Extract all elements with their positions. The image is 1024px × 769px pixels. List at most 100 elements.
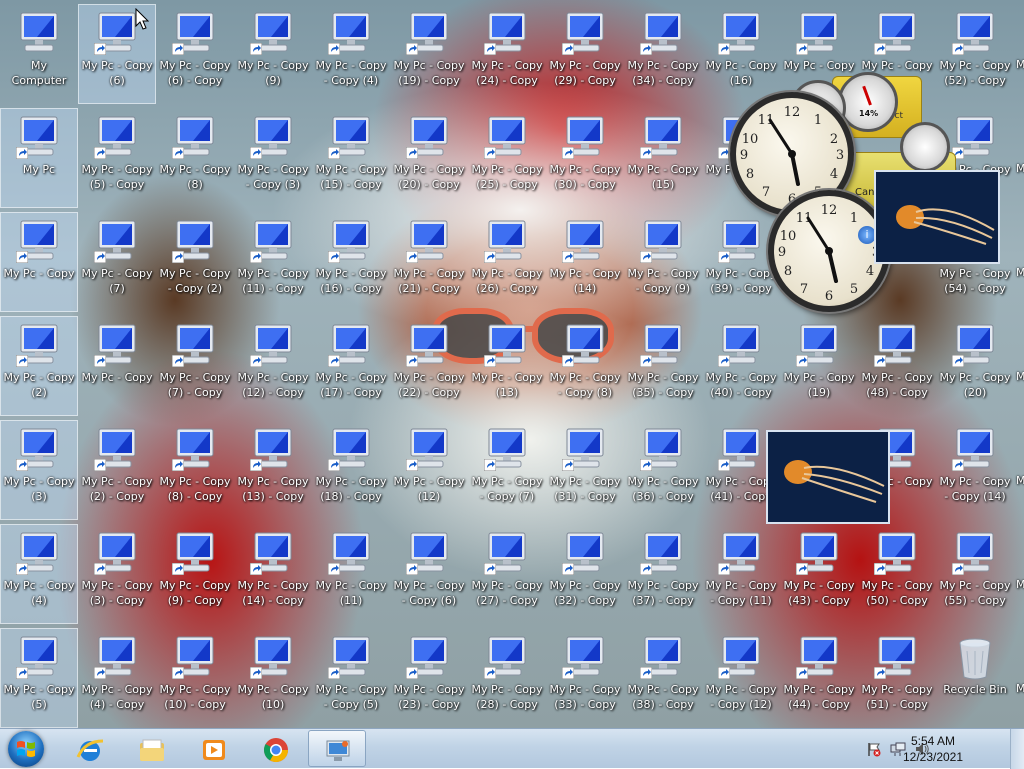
desktop-shortcut[interactable]: My Pc - Copy (5) - Copy	[78, 108, 156, 208]
show-desktop-button[interactable]	[1010, 729, 1024, 769]
desktop-shortcut[interactable]: My Pc - Copy (5)	[0, 628, 78, 728]
desktop-shortcut[interactable]: My Pc - Copy (37) - Copy	[624, 524, 702, 624]
desktop-shortcut[interactable]: My Pc - Copy (16) - Copy	[312, 212, 390, 312]
desktop-shortcut[interactable]: My Pc - Copy (29) - Copy	[546, 4, 624, 104]
slideshow-gadget-2[interactable]	[766, 430, 890, 524]
taskbar-chrome[interactable]	[246, 730, 304, 767]
slideshow-gadget-1[interactable]	[874, 170, 1000, 264]
desktop-shortcut[interactable]: My Pc	[0, 108, 78, 208]
desktop-shortcut[interactable]: My Pc - Copy (10)	[234, 628, 312, 728]
desktop-shortcut[interactable]: My Pc - Copy (20) - Copy	[390, 108, 468, 208]
desktop-shortcut[interactable]: My Pc - Copy (4) - Copy	[78, 628, 156, 728]
desktop-shortcut[interactable]: My Pc - Copy (20)	[936, 316, 1014, 416]
desktop-shortcut[interactable]: My Pc - Copy - Copy (9)	[624, 212, 702, 312]
action-center-flag-icon[interactable]	[866, 741, 882, 757]
desktop-shortcut[interactable]: My Pc - Copy (55) - Copy	[936, 524, 1014, 624]
media-player-icon	[203, 740, 225, 760]
desktop-shortcut[interactable]: My Pc - Copy (7) - Copy	[156, 316, 234, 416]
desktop-shortcut[interactable]: My Pc - Copy (8)	[156, 108, 234, 208]
desktop-shortcut[interactable]: My Pc - Copy (12) - Copy	[234, 316, 312, 416]
desktop-shortcut[interactable]: My Pc - Copy - Copy (5)	[312, 628, 390, 728]
desktop-icon-label: My Pc - Copy (23) - Copy	[393, 683, 465, 711]
desktop-shortcut[interactable]: My Pc - Copy (8) - Copy	[156, 420, 234, 520]
desktop-shortcut[interactable]: My Pc - Copy (33) - Copy	[546, 628, 624, 728]
desktop-shortcut[interactable]: My Pc - Copy	[0, 212, 78, 312]
desktop-shortcut[interactable]: My Pc - Copy (16)	[702, 4, 780, 104]
desktop-shortcut[interactable]: My Pc - Copy (13)	[468, 316, 546, 416]
desktop-shortcut[interactable]: My Pc - Copy - Copy (12)	[702, 628, 780, 728]
desktop-shortcut[interactable]: My Pc - Copy (23) - Copy	[390, 628, 468, 728]
clock-gadget-2[interactable]: 1212 345 678 91011	[768, 190, 890, 312]
desktop-shortcut[interactable]: My Pc - Copy - Copy (3)	[234, 108, 312, 208]
desktop-shortcut[interactable]: My Pc - Copy (15) - Copy	[312, 108, 390, 208]
edge-icon-label[interactable]: M	[1016, 58, 1024, 71]
desktop-shortcut[interactable]: My Pc - Copy (3)	[0, 420, 78, 520]
desktop-shortcut[interactable]: My Pc - Copy (52) - Copy	[936, 4, 1014, 104]
desktop-shortcut[interactable]: My Pc - Copy (15)	[624, 108, 702, 208]
desktop-shortcut[interactable]: My Pc - Copy (48) - Copy	[858, 316, 936, 416]
desktop-shortcut[interactable]: My Pc - Copy (19) - Copy	[390, 4, 468, 104]
desktop-shortcut[interactable]: My Pc - Copy (13) - Copy	[234, 420, 312, 520]
desktop-shortcut[interactable]: My Pc - Copy (30) - Copy	[546, 108, 624, 208]
desktop-shortcut[interactable]: My Pc - Copy	[78, 316, 156, 416]
desktop-shortcut[interactable]: My Pc - Copy (22) - Copy	[390, 316, 468, 416]
desktop-shortcut[interactable]: My Pc - Copy (18) - Copy	[312, 420, 390, 520]
desktop-shortcut[interactable]: My Pc - Copy (4)	[0, 524, 78, 624]
desktop-shortcut[interactable]: My Pc - Copy (2) - Copy	[78, 420, 156, 520]
desktop-shortcut[interactable]: My Pc - Copy - Copy (8)	[546, 316, 624, 416]
desktop-shortcut[interactable]: My Pc - Copy (6) - Copy	[156, 4, 234, 104]
desktop-shortcut[interactable]: My Pc - Copy (17) - Copy	[312, 316, 390, 416]
desktop-shortcut[interactable]: My Pc - Copy (14) - Copy	[234, 524, 312, 624]
desktop-shortcut[interactable]: My Pc - Copy (12)	[390, 420, 468, 520]
desktop-shortcut[interactable]: My Pc - Copy (9) - Copy	[156, 524, 234, 624]
edge-icon-label[interactable]: M	[1016, 474, 1024, 487]
desktop-shortcut[interactable]: My Pc - Copy - Copy (11)	[702, 524, 780, 624]
taskbar-clock[interactable]: 5:54 AM 12/23/2021	[898, 733, 968, 765]
taskbar-file-explorer[interactable]	[122, 730, 180, 767]
desktop-shortcut[interactable]: My Pc - Copy (44) - Copy	[780, 628, 858, 728]
desktop-shortcut[interactable]: My Pc - Copy - Copy (6)	[390, 524, 468, 624]
desktop-shortcut[interactable]: My Pc - Copy - Copy (7)	[468, 420, 546, 520]
desktop-shortcut[interactable]: My Pc - Copy (11)	[312, 524, 390, 624]
desktop-shortcut[interactable]: My Pc - Copy (9)	[234, 4, 312, 104]
edge-icon-label[interactable]: M	[1016, 370, 1024, 383]
desktop-shortcut[interactable]: My Pc - Copy (19)	[780, 316, 858, 416]
taskbar-media-player[interactable]	[184, 730, 242, 767]
taskbar-internet-explorer[interactable]	[60, 730, 118, 767]
desktop-shortcut[interactable]: My Pc - Copy (11) - Copy	[234, 212, 312, 312]
svg-text:1: 1	[850, 211, 858, 226]
desktop-shortcut[interactable]: My Pc - Copy (14)	[546, 212, 624, 312]
edge-icon-label[interactable]: M	[1016, 578, 1024, 591]
desktop-shortcut[interactable]: My Pc - Copy (3) - Copy	[78, 524, 156, 624]
desktop-shortcut[interactable]: My Pc - Copy (35) - Copy	[624, 316, 702, 416]
desktop-shortcut[interactable]: My Pc - Copy (25) - Copy	[468, 108, 546, 208]
start-button[interactable]	[8, 731, 44, 767]
desktop-shortcut[interactable]: My Pc - Copy - Copy (2)	[156, 212, 234, 312]
desktop-shortcut[interactable]: My Pc - Copy (34) - Copy	[624, 4, 702, 104]
edge-icon-label[interactable]: M	[1016, 266, 1024, 279]
my-computer-icon-item[interactable]: My Computer	[0, 4, 78, 104]
desktop-shortcut[interactable]: My Pc - Copy (10) - Copy	[156, 628, 234, 728]
desktop-shortcut[interactable]: My Pc - Copy (2)	[0, 316, 78, 416]
desktop-shortcut[interactable]: My Pc - Copy (26) - Copy	[468, 212, 546, 312]
edge-icon-label[interactable]: M	[1016, 162, 1024, 175]
desktop-shortcut[interactable]: My Pc - Copy (51) - Copy	[858, 628, 936, 728]
desktop-icon-label: My Pc - Copy (35) - Copy	[627, 371, 699, 399]
desktop-shortcut[interactable]: My Pc - Copy (50) - Copy	[858, 524, 936, 624]
desktop-shortcut[interactable]: My Pc - Copy (24) - Copy	[468, 4, 546, 104]
recycle-bin-shortcut[interactable]: Recycle Bin	[936, 628, 1014, 728]
desktop-shortcut[interactable]: My Pc - Copy (28) - Copy	[468, 628, 546, 728]
desktop-shortcut[interactable]: My Pc - Copy (36) - Copy	[624, 420, 702, 520]
desktop-shortcut[interactable]: My Pc - Copy (32) - Copy	[546, 524, 624, 624]
desktop-shortcut[interactable]: My Pc - Copy - Copy (14)	[936, 420, 1014, 520]
desktop-shortcut[interactable]: My Pc - Copy (40) - Copy	[702, 316, 780, 416]
desktop-shortcut[interactable]: My Pc - Copy (27) - Copy	[468, 524, 546, 624]
edge-icon-label[interactable]: M	[1016, 682, 1024, 695]
desktop-shortcut[interactable]: My Pc - Copy - Copy (4)	[312, 4, 390, 104]
desktop-shortcut[interactable]: My Pc - Copy (21) - Copy	[390, 212, 468, 312]
desktop-shortcut[interactable]: My Pc - Copy (31) - Copy	[546, 420, 624, 520]
taskbar-remote-desktop[interactable]	[308, 730, 366, 767]
desktop-shortcut[interactable]: My Pc - Copy (7)	[78, 212, 156, 312]
desktop-shortcut[interactable]: My Pc - Copy (38) - Copy	[624, 628, 702, 728]
desktop-shortcut[interactable]: My Pc - Copy (43) - Copy	[780, 524, 858, 624]
